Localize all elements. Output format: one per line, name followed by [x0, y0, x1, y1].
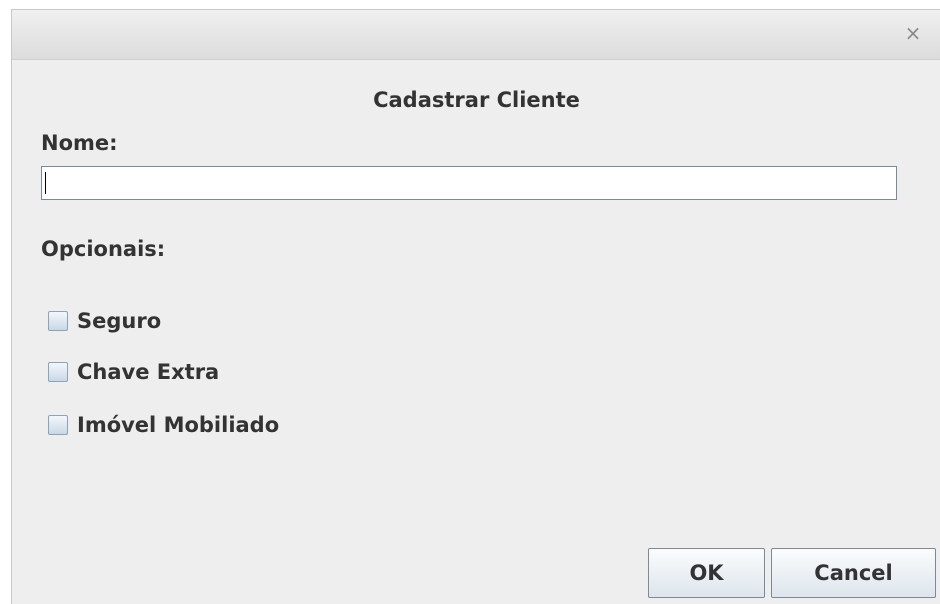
- ok-button[interactable]: OK: [648, 548, 765, 598]
- name-input[interactable]: [41, 166, 897, 200]
- optionals-label: Opcionais:: [41, 237, 166, 261]
- checkbox-label: Imóvel Mobiliado: [77, 413, 280, 437]
- checkbox-box[interactable]: [48, 415, 68, 435]
- checkbox-label: Chave Extra: [77, 360, 220, 384]
- text-caret: [45, 172, 46, 194]
- name-label: Nome:: [41, 131, 118, 155]
- checkbox-seguro[interactable]: Seguro: [48, 308, 161, 334]
- checkbox-box[interactable]: [48, 362, 68, 382]
- dialog-title: Cadastrar Cliente: [373, 88, 580, 112]
- cancel-button[interactable]: Cancel: [771, 548, 936, 598]
- close-icon[interactable]: ×: [902, 22, 924, 44]
- checkbox-chave-extra[interactable]: Chave Extra: [48, 359, 219, 385]
- dialog-window: × Cadastrar Cliente Nome: Opcionais: Seg…: [11, 9, 940, 604]
- title-bar[interactable]: ×: [12, 10, 940, 60]
- checkbox-box[interactable]: [48, 311, 68, 331]
- checkbox-imovel-mobiliado[interactable]: Imóvel Mobiliado: [48, 412, 279, 438]
- checkbox-label: Seguro: [77, 309, 162, 333]
